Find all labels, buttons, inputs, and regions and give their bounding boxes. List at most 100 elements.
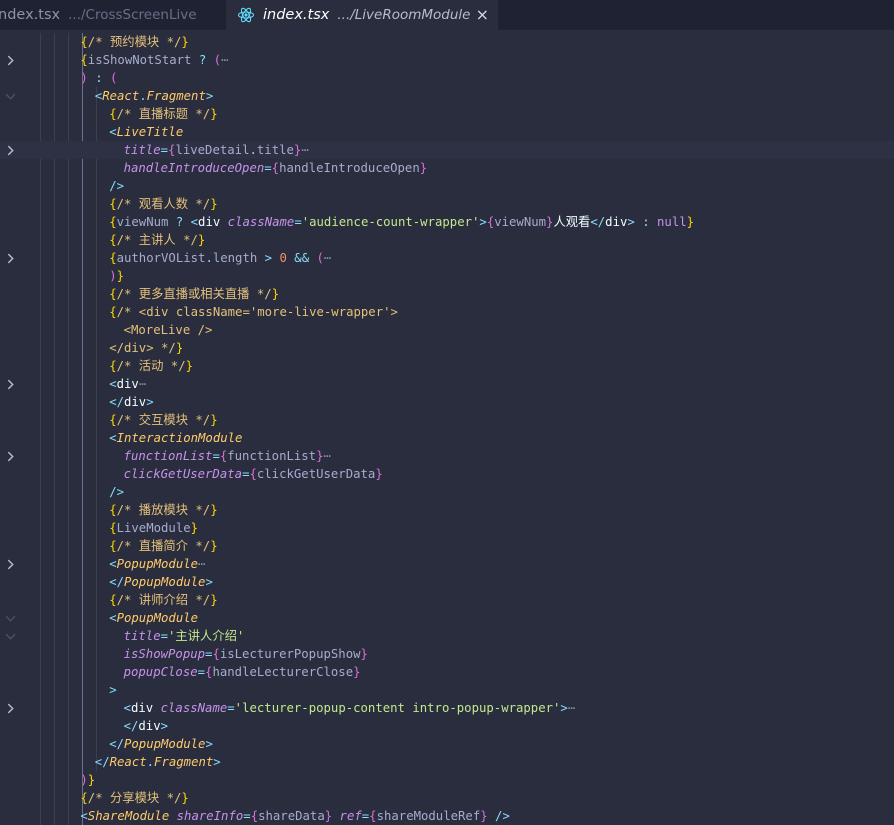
code-line[interactable]: {viewNum ? <div className='audience-coun… xyxy=(0,213,894,231)
code-token: > xyxy=(257,251,280,265)
chevron-right-icon[interactable] xyxy=(5,253,16,264)
fold-gutter xyxy=(0,51,22,69)
code-token: } xyxy=(210,503,218,517)
code-line[interactable]: <ShareModule shareInfo={shareData} ref={… xyxy=(0,807,894,825)
code-token: > xyxy=(213,755,221,769)
code-line[interactable]: /> xyxy=(0,483,894,501)
code-token: : xyxy=(87,71,111,85)
code-line[interactable]: {isShowNotStart ? (⋯ xyxy=(0,51,894,69)
fold-gutter xyxy=(0,753,22,771)
code-line[interactable]: <React.Fragment> xyxy=(0,87,894,105)
code-line[interactable]: /> xyxy=(0,177,894,195)
code-line[interactable]: <div className='lecturer-popup-content i… xyxy=(0,699,894,717)
code-token: /* 更多直播或相关直播 */ xyxy=(116,287,272,301)
fold-gutter xyxy=(0,555,22,573)
code-token: { xyxy=(109,539,117,553)
tab-liveroommodule-index[interactable]: index.tsx .../LiveRoomModule × xyxy=(226,0,498,30)
code-line[interactable]: </PopupModule> xyxy=(0,735,894,753)
fold-gutter xyxy=(0,195,22,213)
code-line[interactable]: )} xyxy=(0,267,894,285)
code-token: { xyxy=(109,215,117,229)
code-line[interactable]: <InteractionModule xyxy=(0,429,894,447)
code-line[interactable]: isShowPopup={isLecturerPopupShow} xyxy=(0,645,894,663)
code-line[interactable]: {/* <div className='more-live-wrapper'> xyxy=(0,303,894,321)
code-text: </PopupModule> xyxy=(109,735,213,753)
code-token: ⋯ xyxy=(301,143,309,157)
code-token: } xyxy=(271,287,280,301)
code-line[interactable]: > xyxy=(0,681,894,699)
code-line[interactable]: {/* 分享模块 */} xyxy=(0,789,894,807)
code-token: { xyxy=(212,647,220,661)
code-token: PopupModule xyxy=(124,737,206,751)
chevron-right-icon[interactable] xyxy=(5,559,16,570)
chevron-right-icon[interactable] xyxy=(5,55,16,66)
code-line[interactable]: </PopupModule> xyxy=(0,573,894,591)
code-line[interactable]: </div> xyxy=(0,393,894,411)
chevron-down-icon[interactable] xyxy=(5,613,16,624)
chevron-right-icon[interactable] xyxy=(5,145,16,156)
code-token: ( xyxy=(213,53,222,67)
code-token: < xyxy=(109,611,117,625)
code-token: } xyxy=(175,341,184,355)
code-line[interactable]: )} xyxy=(0,771,894,789)
fold-gutter xyxy=(0,645,22,663)
close-icon[interactable]: × xyxy=(476,5,489,24)
code-token: } xyxy=(210,107,218,121)
code-token: } xyxy=(197,233,206,247)
code-line[interactable]: popupClose={handleLecturerClose} xyxy=(0,663,894,681)
tab-crossscreenlive-index[interactable]: index.tsx .../CrossScreenLive xyxy=(0,0,224,30)
chevron-right-icon[interactable] xyxy=(5,379,16,390)
code-token: = xyxy=(212,449,220,463)
code-token: { xyxy=(249,467,257,481)
code-token: </ xyxy=(109,737,124,751)
code-line[interactable]: <div⋯ xyxy=(0,375,894,393)
code-line[interactable]: title='主讲人介绍' xyxy=(0,627,894,645)
code-line[interactable]: {/* 直播标题 */} xyxy=(0,105,894,123)
code-editor[interactable]: {/* 预约模块 */} {isShowNotStart ? (⋯) : (<Re… xyxy=(0,30,894,825)
code-line[interactable]: {/* 直播简介 */} xyxy=(0,537,894,555)
code-line[interactable]: <PopupModule xyxy=(0,609,894,627)
code-token: { xyxy=(109,593,117,607)
code-line[interactable]: title={liveDetail.title}⋯ xyxy=(0,141,894,159)
code-line[interactable]: {LiveModule} xyxy=(0,519,894,537)
code-token: { xyxy=(109,251,117,265)
code-line[interactable]: {/* 播放模块 */} xyxy=(0,501,894,519)
chevron-down-icon[interactable] xyxy=(5,631,16,642)
code-token: } xyxy=(116,269,124,283)
code-token: } xyxy=(480,809,488,823)
code-token: } xyxy=(210,539,218,553)
code-token: = xyxy=(264,161,272,175)
code-line[interactable]: </React.Fragment> xyxy=(0,753,894,771)
code-line[interactable]: handleIntroduceOpen={handleIntroduceOpen… xyxy=(0,159,894,177)
code-line[interactable]: {/* 预约模块 */} xyxy=(0,33,894,51)
fold-gutter xyxy=(0,177,22,195)
code-line[interactable]: clickGetUserData={clickGetUserData} xyxy=(0,465,894,483)
chevron-down-icon[interactable] xyxy=(5,91,16,102)
fold-gutter xyxy=(0,807,22,825)
code-line[interactable]: {authorVOList.length > 0 && (⋯ xyxy=(0,249,894,267)
code-line[interactable]: {/* 更多直播或相关直播 */} xyxy=(0,285,894,303)
code-text: isShowPopup={isLecturerPopupShow} xyxy=(124,645,368,663)
code-line[interactable]: </div> */} xyxy=(0,339,894,357)
code-token: } xyxy=(353,665,361,679)
code-token: ⋯ xyxy=(567,701,576,715)
code-token: title xyxy=(123,143,161,157)
code-line[interactable]: {/* 交互模块 */} xyxy=(0,411,894,429)
code-token: 'lecturer-popup-content intro-popup-wrap… xyxy=(234,701,561,715)
code-line[interactable]: <LiveTitle xyxy=(0,123,894,141)
code-token: { xyxy=(109,233,117,247)
fold-gutter xyxy=(0,339,22,357)
chevron-right-icon[interactable] xyxy=(5,703,16,714)
code-line[interactable]: {/* 观看人数 */} xyxy=(0,195,894,213)
code-text: title={liveDetail.title}⋯ xyxy=(124,141,309,159)
chevron-right-icon[interactable] xyxy=(5,451,16,462)
code-token: { xyxy=(109,197,117,211)
code-line[interactable]: <MoreLive /> xyxy=(0,321,894,339)
code-line[interactable]: <PopupModule⋯ xyxy=(0,555,894,573)
code-line[interactable]: functionList={functionList}⋯ xyxy=(0,447,894,465)
code-line[interactable]: {/* 活动 */} xyxy=(0,357,894,375)
code-line[interactable]: </div> xyxy=(0,717,894,735)
code-line[interactable]: ) : ( xyxy=(0,69,894,87)
code-line[interactable]: {/* 主讲人 */} xyxy=(0,231,894,249)
code-line[interactable]: {/* 讲师介绍 */} xyxy=(0,591,894,609)
